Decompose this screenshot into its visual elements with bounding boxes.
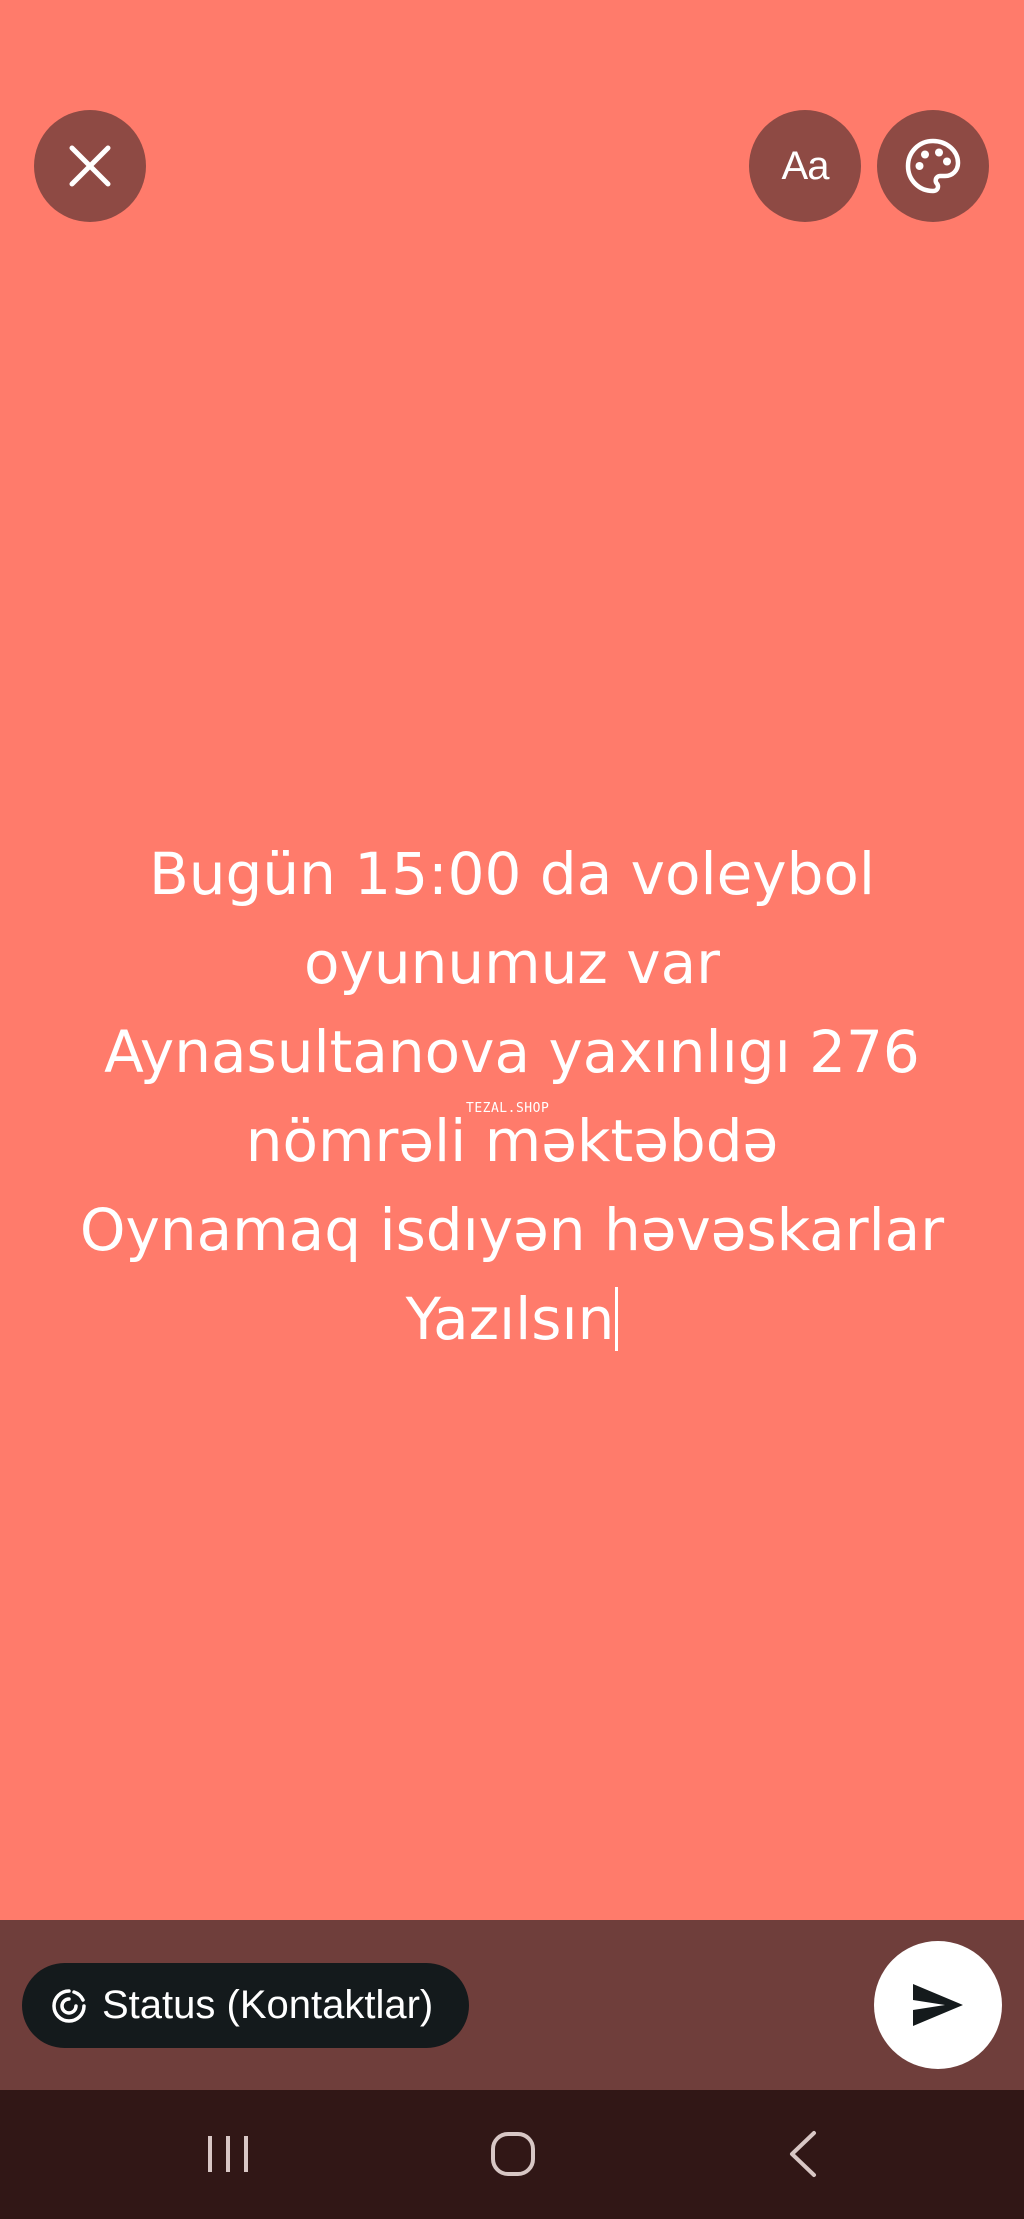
status-text-line: Aynasultanova yaxınlıgı 276 — [104, 1018, 920, 1086]
send-icon — [913, 1984, 963, 2026]
send-button[interactable] — [874, 1941, 1002, 2069]
font-style-label: Aa — [781, 143, 830, 188]
status-ring-icon — [52, 1988, 86, 2023]
background-color-button[interactable] — [877, 110, 989, 222]
status-text-input[interactable]: Bugün 15:00 da voleybol oyunumuz var Ayn… — [40, 830, 984, 1364]
system-navigation-bar — [0, 2090, 1024, 2219]
status-text-line: oyunumuz var — [304, 929, 720, 997]
status-text-line: Yazılsın — [405, 1285, 615, 1353]
watermark: TEZAL.SHOP — [466, 1101, 550, 1116]
home-button[interactable] — [473, 2120, 553, 2188]
close-icon — [69, 145, 111, 187]
palette-icon — [905, 138, 961, 194]
audience-selector[interactable]: Status (Kontaktlar) — [22, 1963, 470, 2048]
recents-icon — [208, 2136, 248, 2172]
status-text-line: Bugün 15:00 da voleybol — [148, 840, 876, 908]
text-cursor — [615, 1287, 619, 1351]
recents-button[interactable] — [188, 2120, 268, 2188]
status-footer: Status (Kontaktlar) — [0, 1920, 1024, 2090]
status-text-last-line: Yazılsın — [40, 1275, 984, 1364]
audience-label: Status (Kontaktlar) — [102, 1983, 434, 2027]
back-icon — [790, 2131, 816, 2177]
home-icon — [491, 2132, 535, 2176]
close-button[interactable] — [34, 110, 146, 222]
back-button[interactable] — [762, 2120, 842, 2188]
font-style-button[interactable]: Aa — [749, 110, 861, 222]
status-text-line: Oynamaq isdıyən həvəskarlar — [79, 1196, 945, 1264]
status-canvas[interactable]: Aa Bugün 15:00 da voleybol oyunumuz var … — [0, 0, 1024, 1920]
